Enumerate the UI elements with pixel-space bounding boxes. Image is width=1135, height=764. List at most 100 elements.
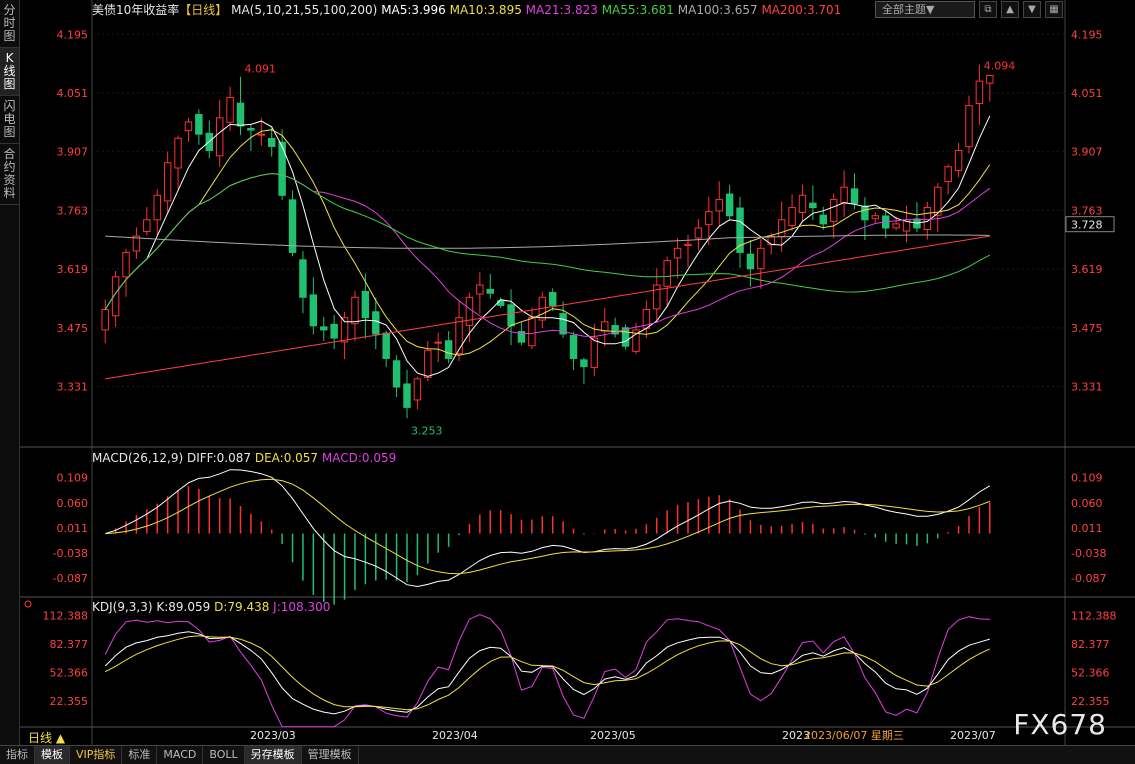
bottom-tab-5[interactable]: BOLL: [203, 746, 245, 764]
bottom-tab-0[interactable]: 指标: [0, 746, 35, 764]
candle-body-67: [798, 194, 807, 213]
grid-icon[interactable]: ▦: [1045, 1, 1063, 18]
candle-body-79: [923, 207, 932, 231]
x-label-1: 2023/04: [432, 729, 478, 742]
candle-body-66: [788, 207, 796, 226]
candle-body-16: [267, 137, 276, 147]
bottom-tab-1[interactable]: 模板: [35, 746, 70, 764]
candle-body-54: [663, 260, 671, 287]
left-sidebar: 分时图 K线图 闪电图 合约资料: [0, 0, 20, 745]
macd-tick-right-2: 0.011: [1071, 522, 1103, 535]
candle-body-13: [236, 102, 245, 127]
candle-body-63: [757, 247, 765, 270]
candle-body-62: [746, 253, 755, 270]
dea-line: [105, 478, 990, 575]
price-tick-left-3: 3.763: [57, 204, 89, 217]
price-tick-left-0: 4.195: [57, 28, 89, 41]
sidebar-item-0[interactable]: 分时图: [0, 0, 19, 48]
kdj-header: KDJ(9,3,3) K:89.059 D:79.438 J:108.300: [92, 600, 330, 614]
price-tick-right-2: 3.907: [1071, 146, 1103, 159]
cursor-date: 2023/06/07 星期三: [804, 729, 904, 742]
bottom-tab-2[interactable]: VIP指标: [70, 746, 123, 764]
macd-tick-right-4: -0.087: [1071, 572, 1106, 585]
candle-body-81: [944, 166, 952, 182]
kdj-settings-icon: [24, 600, 32, 608]
candle-body-2: [122, 251, 130, 278]
candle-body-46: [580, 359, 588, 368]
candle-body-39: [507, 304, 515, 327]
candle-body-83: [965, 105, 973, 148]
candle-body-30: [413, 378, 422, 401]
chart-header: 美债10年收益率【日线】 MA(5,10,21,55,100,200) MA5:…: [92, 2, 841, 17]
price-tick-left-2: 3.907: [57, 146, 89, 159]
bottom-tab-6[interactable]: 另存模板: [244, 746, 302, 764]
kdj-tick-left-2: 52.366: [50, 666, 89, 679]
candle-body-76: [892, 223, 900, 229]
macd-tick-left-4: -0.087: [53, 572, 88, 585]
price-tick-left-5: 3.475: [57, 322, 89, 335]
macd-tick-left-1: 0.060: [57, 497, 89, 510]
candle-body-24: [351, 296, 359, 325]
candle-body-7: [174, 137, 182, 169]
candle-body-74: [871, 215, 880, 220]
candle-body-33: [444, 340, 453, 359]
macd-header: MACD(26,12,9) DIFF:0.087 DEA:0.057 MACD:…: [92, 451, 396, 465]
up-icon[interactable]: ▲: [1001, 1, 1019, 18]
current-price-label: 3.728: [1071, 219, 1103, 232]
bottom-toolbar: 指标 模板 VIP指标 标准 MACD BOLL 另存模板 管理模板: [0, 745, 1135, 764]
bottom-tab-3[interactable]: 标准: [122, 746, 158, 764]
price-tick-left-6: 3.331: [57, 381, 89, 394]
candle-body-12: [226, 96, 234, 123]
candle-body-21: [320, 326, 328, 331]
x-label-0: 2023/03: [250, 729, 296, 742]
period-label[interactable]: 日线 ▲: [20, 729, 74, 746]
price-tick-left-1: 4.051: [57, 87, 89, 100]
candle-body-85: [986, 74, 994, 84]
candle-body-71: [840, 186, 848, 204]
candle-body-41: [528, 317, 536, 347]
candle-body-9: [195, 114, 203, 135]
candle-body-53: [653, 284, 661, 310]
candle-body-18: [288, 199, 297, 253]
kdj-tick-right-0: 112.388: [1071, 609, 1117, 622]
x-label-4: 2023/07: [950, 729, 996, 742]
macd-tick-left-0: 0.109: [57, 472, 89, 485]
candle-body-50: [621, 327, 630, 347]
ma-line-200: [105, 235, 990, 380]
candle-body-73: [861, 205, 869, 221]
sidebar-item-1[interactable]: K线图: [0, 48, 19, 96]
price-tick-left-4: 3.619: [57, 263, 89, 276]
candle-body-17: [278, 141, 286, 196]
down-icon[interactable]: ▼: [1023, 1, 1041, 18]
candle-body-32: [434, 341, 442, 344]
candle-body-72: [850, 188, 859, 204]
kdj-tick-left-0: 112.388: [43, 609, 89, 622]
sidebar-item-3[interactable]: 合约资料: [0, 144, 19, 205]
price-tick-right-0: 4.195: [1071, 28, 1103, 41]
chart-canvas[interactable]: 美债10年收益率【日线】 MA(5,10,21,55,100,200) MA5:…: [20, 0, 1135, 745]
candle-body-4: [143, 219, 151, 233]
candle-body-82: [954, 149, 963, 171]
candle-body-22: [330, 323, 338, 339]
bottom-tab-4[interactable]: MACD: [157, 746, 204, 764]
candle-body-8: [184, 121, 193, 132]
candle-body-0: [101, 309, 109, 331]
high-label: 4.091: [244, 63, 276, 76]
candle-body-57: [694, 227, 703, 239]
candle-body-31: [424, 349, 432, 378]
sidebar-item-2[interactable]: 闪电图: [0, 96, 19, 144]
restore-icon[interactable]: ⧉: [979, 1, 997, 18]
price-tick-right-6: 3.331: [1071, 381, 1103, 394]
candle-body-20: [309, 294, 318, 327]
candle-body-48: [601, 321, 609, 332]
candle-body-5: [153, 194, 161, 221]
candle-body-65: [777, 219, 786, 238]
kdj-k-line: [104, 631, 990, 715]
price-tick-right-3: 3.763: [1071, 204, 1103, 217]
theme-dropdown[interactable]: 全部主题▼: [875, 1, 975, 18]
bottom-tab-7[interactable]: 管理模板: [302, 746, 359, 764]
macd-tick-left-3: -0.038: [53, 547, 88, 560]
kdj-tick-right-2: 52.366: [1071, 666, 1110, 679]
top-right-controls: 全部主题▼ ⧉ ▲ ▼ ▦: [875, 1, 1063, 18]
candle-body-36: [476, 284, 484, 295]
